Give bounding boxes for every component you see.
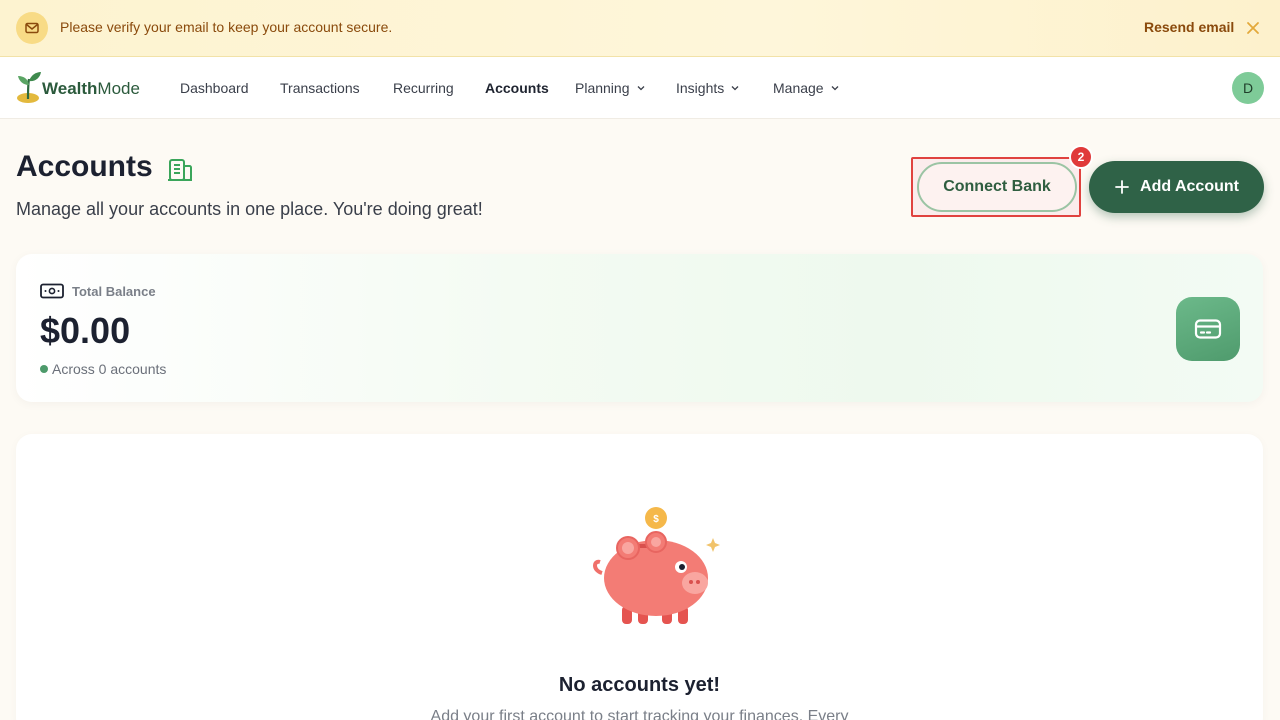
empty-state-title: No accounts yet! <box>558 674 721 696</box>
plus-icon <box>1115 180 1129 194</box>
banner-message: Please verify your email to keep your ac… <box>60 19 393 35</box>
nav-manage[interactable]: Manage <box>773 80 840 96</box>
top-nav: WealthMode Dashboard Transactions Recurr… <box>0 57 1280 119</box>
nav-label: Recurring <box>393 80 454 96</box>
banknote-icon <box>40 283 64 299</box>
nav-insights[interactable]: Insights <box>676 80 740 96</box>
page-title: Accounts <box>16 150 153 183</box>
connect-bank-button[interactable]: Connect Bank <box>917 162 1077 212</box>
brand-name-light: Mode <box>97 79 140 98</box>
chevron-down-icon <box>731 86 739 91</box>
sprout-logo-icon[interactable] <box>15 69 45 105</box>
add-account-button[interactable]: Add Account <box>1089 161 1264 213</box>
total-balance-label: Total Balance <box>72 284 156 299</box>
nav-transactions[interactable]: Transactions <box>280 80 360 96</box>
brand-name[interactable]: WealthMode <box>42 79 140 99</box>
nav-recurring[interactable]: Recurring <box>393 80 454 96</box>
nav-label: Transactions <box>280 80 360 96</box>
piggy-bank-icon: $ <box>593 507 720 624</box>
nav-label: Dashboard <box>180 80 249 96</box>
empty-state-description: Add your first account to start tracking… <box>430 708 849 720</box>
nav-label: Insights <box>676 80 725 96</box>
total-balance-amount: $0.00 <box>40 310 131 351</box>
resend-email-link[interactable]: Resend email <box>1144 19 1234 35</box>
total-balance-card: Total Balance $0.00 Across 0 accounts <box>16 254 1263 402</box>
nav-label: Manage <box>773 80 824 96</box>
brand-name-bold: Wealth <box>42 79 98 98</box>
notification-badge: 2 <box>1069 145 1093 169</box>
chevron-down-icon <box>637 86 644 91</box>
nav-label: Planning <box>575 80 630 96</box>
credit-card-icon <box>1194 319 1222 339</box>
nav-dashboard[interactable]: Dashboard <box>180 80 249 96</box>
mail-icon <box>16 12 48 44</box>
building-icon <box>168 159 192 181</box>
add-account-label: Add Account <box>1140 178 1239 195</box>
nav-planning[interactable]: Planning <box>575 80 646 96</box>
account-count: Across 0 accounts <box>52 361 167 377</box>
close-icon[interactable] <box>1245 20 1261 36</box>
credit-card-button[interactable] <box>1176 297 1240 361</box>
nav-accounts[interactable]: Accounts <box>485 80 549 96</box>
status-dot <box>40 365 48 373</box>
svg-text:$: $ <box>653 514 659 525</box>
user-avatar[interactable]: D <box>1232 72 1264 104</box>
chevron-down-icon <box>831 86 839 91</box>
verify-email-banner: Please verify your email to keep your ac… <box>0 0 1280 57</box>
page-subtitle: Manage all your accounts in one place. Y… <box>16 199 483 219</box>
nav-label: Accounts <box>485 80 549 96</box>
empty-state-card: $ No accounts yet! Add your first accoun… <box>16 434 1263 720</box>
